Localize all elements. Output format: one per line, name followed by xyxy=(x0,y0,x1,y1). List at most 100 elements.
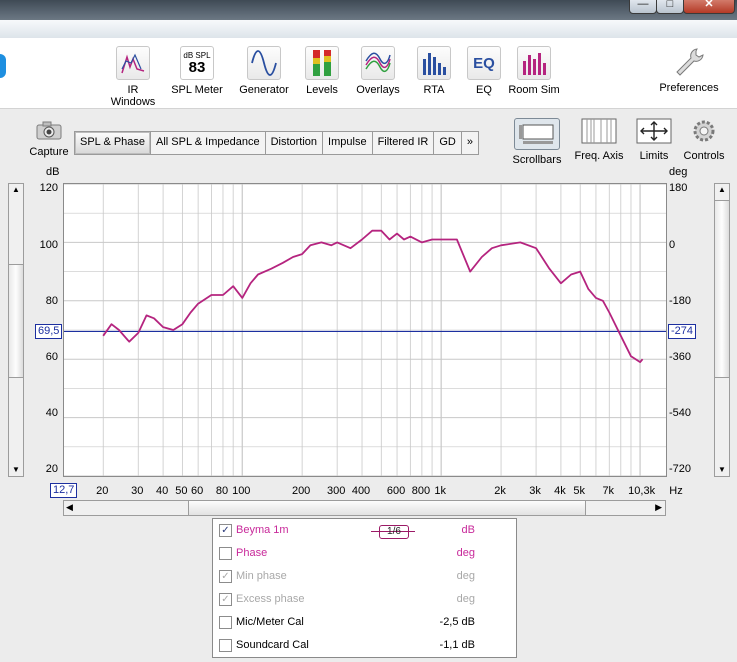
controls-button[interactable]: Controls xyxy=(682,118,726,162)
spl-meter-label: SPL Meter xyxy=(171,84,223,96)
x-tick-label: 10,3k xyxy=(628,485,656,497)
preferences-button[interactable]: Preferences xyxy=(656,46,722,94)
right-scroll-thumb[interactable] xyxy=(715,200,729,378)
limits-button[interactable]: Limits xyxy=(634,118,674,162)
smoothing-button[interactable]: 1/6 xyxy=(379,525,409,539)
menu-bar xyxy=(0,20,737,39)
room-sim-button[interactable]: Room Sim xyxy=(508,46,560,96)
tab-all-spl-impedance[interactable]: All SPL & Impedance xyxy=(151,132,266,154)
phase-tick-label: 180 xyxy=(669,182,688,194)
excess-phase-checkbox[interactable]: ✓ xyxy=(219,593,232,606)
soundcard-cal-checkbox[interactable] xyxy=(219,639,232,652)
min-phase-unit: deg xyxy=(456,570,475,582)
limits-label: Limits xyxy=(639,150,669,162)
tab-spl-phase[interactable]: SPL & Phase xyxy=(75,132,152,154)
overlays-button[interactable]: Overlays xyxy=(354,46,402,96)
gear-icon xyxy=(682,118,726,144)
legend-row-soundcard-cal[interactable]: Soundcard Cal -1,1 dB xyxy=(219,636,509,656)
x-tick-label: 3k xyxy=(529,485,541,497)
legend-row-min-phase[interactable]: ✓ Min phase deg xyxy=(219,567,509,587)
close-icon: ✕ xyxy=(704,0,714,10)
left-axis-unit: dB xyxy=(46,166,60,178)
horizontal-scrollbar[interactable]: ◀ ▶ xyxy=(63,500,666,516)
left-vertical-scrollbar[interactable]: ▲ ▼ xyxy=(8,183,24,477)
legend-row-excess-phase[interactable]: ✓ Excess phase deg xyxy=(219,590,509,610)
mic-cal-checkbox[interactable] xyxy=(219,616,232,629)
scroll-down-arrow-icon[interactable]: ▼ xyxy=(715,465,729,475)
side-panel-tab[interactable] xyxy=(0,54,6,78)
y-tick-label: 60 xyxy=(45,351,58,363)
scrollbars-button[interactable]: Scrollbars xyxy=(511,118,563,166)
rta-button[interactable]: RTA xyxy=(416,46,452,96)
scroll-down-arrow-icon[interactable]: ▼ xyxy=(9,465,23,475)
generator-button[interactable]: Generator xyxy=(238,46,290,96)
trace-unit: dB xyxy=(461,524,475,536)
close-button[interactable]: ✕ xyxy=(683,0,735,14)
x-tick-label: 50 xyxy=(175,485,188,497)
capture-label: Capture xyxy=(29,146,69,158)
tab-more[interactable]: » xyxy=(462,132,478,154)
y-tick-label: 40 xyxy=(45,407,58,419)
camera-icon xyxy=(35,120,63,140)
maximize-button[interactable]: □ xyxy=(656,0,684,14)
minimize-icon: — xyxy=(637,0,649,10)
excess-phase-unit: deg xyxy=(456,593,475,605)
scroll-left-arrow-icon[interactable]: ◀ xyxy=(66,502,73,513)
scroll-up-arrow-icon[interactable]: ▲ xyxy=(9,185,23,195)
scrollbars-label: Scrollbars xyxy=(512,154,562,166)
trace-name: Beyma 1m xyxy=(236,524,289,536)
capture-button[interactable]: Capture xyxy=(28,120,70,158)
freq-axis-label: Freq. Axis xyxy=(574,150,624,162)
maximize-icon: □ xyxy=(666,0,674,10)
levels-icon xyxy=(305,46,339,80)
min-phase-checkbox[interactable]: ✓ xyxy=(219,570,232,583)
scroll-right-arrow-icon[interactable]: ▶ xyxy=(655,502,662,513)
generator-icon xyxy=(247,46,281,80)
tab-impulse[interactable]: Impulse xyxy=(323,132,373,154)
x-tick-label: 5k xyxy=(573,485,585,497)
left-scroll-thumb[interactable] xyxy=(9,264,23,378)
spl-meter-button[interactable]: dB SPL 83 SPL Meter xyxy=(171,46,223,96)
y-tick-label: 100 xyxy=(39,239,58,251)
phase-checkbox[interactable] xyxy=(219,547,232,560)
right-vertical-scrollbar[interactable]: ▲ ▼ xyxy=(714,183,730,477)
legend-row-mic-cal[interactable]: Mic/Meter Cal -2,5 dB xyxy=(219,613,509,633)
right-axis-unit: deg xyxy=(669,166,688,178)
eq-button[interactable]: EQ EQ xyxy=(466,46,502,96)
eq-label: EQ xyxy=(476,84,492,96)
tab-gd[interactable]: GD xyxy=(434,132,462,154)
x-tick-label: 20 xyxy=(96,485,109,497)
ir-windows-icon xyxy=(116,46,150,80)
legend-row-phase[interactable]: Phase deg xyxy=(219,544,509,564)
room-sim-label: Room Sim xyxy=(508,84,560,96)
trace-checkbox[interactable]: ✓ xyxy=(219,524,232,537)
tab-filtered-ir[interactable]: Filtered IR xyxy=(373,132,435,154)
levels-button[interactable]: Levels xyxy=(302,46,342,96)
phase-tick-label: 0 xyxy=(669,239,676,251)
x-start-readout: 12,7 xyxy=(50,483,78,498)
mic-cal-name: Mic/Meter Cal xyxy=(236,616,304,628)
legend-row-beyma[interactable]: ✓ Beyma 1m 1/6 dB xyxy=(219,521,509,541)
phase-tick-label: -360 xyxy=(669,351,692,363)
phase-unit: deg xyxy=(456,547,475,559)
tab-distortion[interactable]: Distortion xyxy=(266,132,324,154)
freq-axis-button[interactable]: Freq. Axis xyxy=(571,118,627,162)
minimize-button[interactable]: — xyxy=(629,0,657,14)
scrollbars-icon xyxy=(514,118,560,150)
x-tick-label: 7k xyxy=(602,485,615,497)
x-tick-label: 300 xyxy=(326,485,346,497)
x-axis-unit: Hz xyxy=(669,485,683,497)
x-tick-label: 40 xyxy=(155,485,169,497)
x-tick-label: 60 xyxy=(191,485,204,497)
spl-phase-graph[interactable] xyxy=(63,183,667,477)
scroll-up-arrow-icon[interactable]: ▲ xyxy=(715,185,729,195)
soundcard-cal-value: -1,1 dB xyxy=(439,639,475,651)
min-phase-name: Min phase xyxy=(236,570,287,582)
ir-windows-button[interactable]: IR Windows xyxy=(104,46,162,108)
soundcard-cal-name: Soundcard Cal xyxy=(236,639,309,651)
phase-tick-label: -540 xyxy=(669,407,692,419)
horizontal-scroll-thumb[interactable] xyxy=(188,501,586,515)
phase-tick-label: -720 xyxy=(669,463,692,475)
graph-canvas[interactable] xyxy=(64,183,666,477)
generator-label: Generator xyxy=(239,84,289,96)
